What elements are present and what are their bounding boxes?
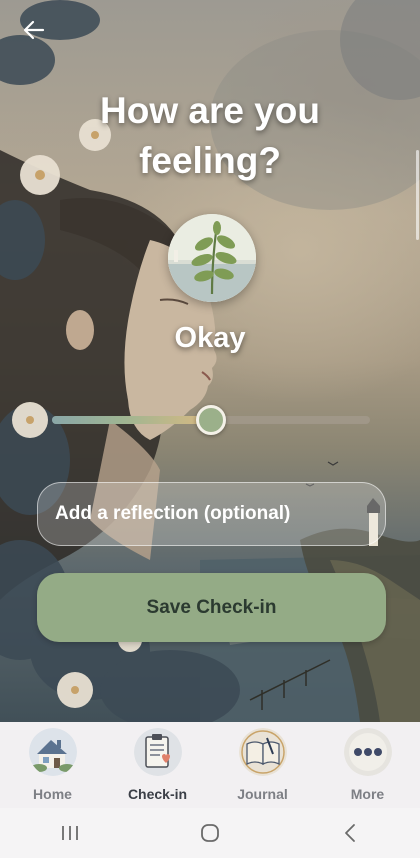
nav-label-more: More (350, 786, 385, 802)
mood-slider[interactable] (52, 402, 370, 438)
nav-item-more[interactable]: More (315, 722, 420, 808)
leaf-sprig-icon (168, 214, 256, 302)
system-home-button[interactable] (180, 813, 240, 853)
system-navigation-bar (0, 808, 420, 858)
slider-fill (52, 416, 211, 424)
more-dots-icon (343, 728, 392, 776)
open-book-icon (238, 728, 287, 776)
home-circle-icon (201, 824, 219, 842)
nav-item-journal[interactable]: Journal (210, 722, 315, 808)
save-check-in-button[interactable]: Save Check-in (37, 573, 386, 642)
mood-label: Okay (174, 322, 246, 354)
page-title: How are you feeling? (100, 90, 320, 181)
recents-icon (62, 826, 78, 840)
cottage-icon (28, 728, 77, 776)
reflection-input[interactable] (55, 503, 385, 525)
clipboard-heart-icon (133, 728, 182, 776)
system-back-button[interactable] (320, 813, 380, 853)
nav-label-journal: Journal (237, 786, 288, 802)
back-arrow-icon (23, 20, 45, 40)
save-button-label: Save Check-in (146, 596, 277, 618)
reflection-field[interactable] (37, 482, 386, 546)
mood-illustration (168, 214, 256, 302)
slider-thumb[interactable] (196, 405, 226, 435)
recents-button[interactable] (40, 813, 100, 853)
scrollbar[interactable] (416, 150, 419, 240)
nav-item-home[interactable]: Home (0, 722, 105, 808)
back-button[interactable] (18, 14, 50, 46)
nav-label-home: Home (33, 786, 72, 802)
bottom-navigation: Home Check-in Journal More (0, 722, 420, 808)
nav-label-check-in: Check-in (127, 786, 188, 802)
nav-item-check-in[interactable]: Check-in (105, 722, 210, 808)
system-back-icon (345, 824, 355, 842)
